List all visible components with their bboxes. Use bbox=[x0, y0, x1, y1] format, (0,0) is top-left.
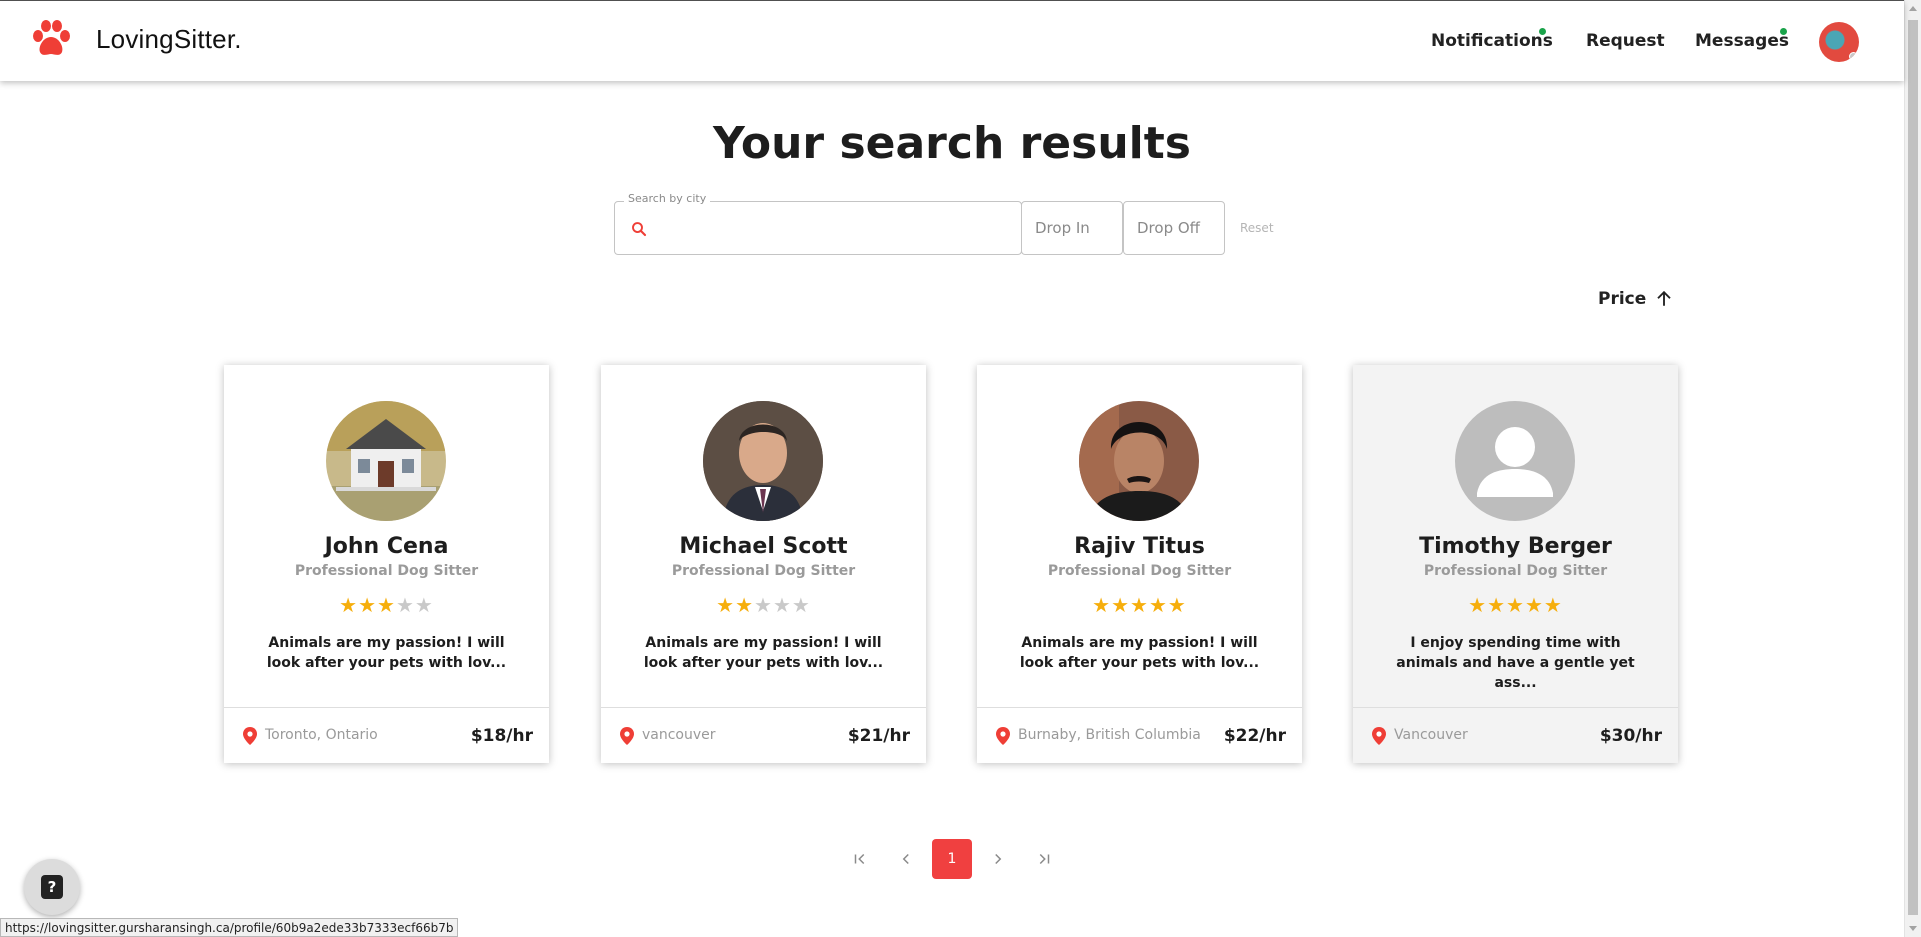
location-pin-icon bbox=[1372, 727, 1386, 745]
sitter-rating: ★★★★★ bbox=[224, 593, 549, 617]
sitter-description: Animals are my passion! I will look afte… bbox=[1019, 635, 1260, 671]
nav-messages[interactable]: Messages bbox=[1695, 31, 1789, 51]
star-empty-icon: ★ bbox=[791, 593, 811, 617]
brand-name: LovingSitter. bbox=[96, 23, 242, 54]
sitter-description: Animals are my passion! I will look afte… bbox=[643, 635, 884, 671]
chevron-left-icon bbox=[902, 853, 909, 865]
star-filled-icon: ★ bbox=[358, 593, 378, 617]
sitter-description: I enjoy spending time with animals and h… bbox=[1396, 635, 1635, 691]
sitter-rating: ★★★★★ bbox=[1353, 593, 1678, 617]
arrow-up-icon bbox=[1657, 290, 1671, 306]
card-divider bbox=[977, 707, 1302, 708]
star-filled-icon: ★ bbox=[1468, 593, 1488, 617]
last-page-icon bbox=[1039, 853, 1050, 865]
avatar-status-indicator bbox=[1849, 52, 1858, 61]
sitter-card[interactable]: Rajiv Titus Professional Dog Sitter ★★★★… bbox=[977, 365, 1302, 763]
search-input[interactable] bbox=[660, 212, 1010, 244]
sitter-card[interactable]: Michael Scott Professional Dog Sitter ★★… bbox=[601, 365, 926, 763]
help-button[interactable]: ? bbox=[24, 859, 80, 915]
sitter-name: Michael Scott bbox=[679, 534, 848, 559]
star-filled-icon: ★ bbox=[1487, 593, 1507, 617]
first-page-icon bbox=[854, 853, 865, 865]
next-page-button[interactable] bbox=[978, 839, 1018, 879]
star-filled-icon: ★ bbox=[1148, 593, 1168, 617]
sitter-role: Professional Dog Sitter bbox=[1423, 563, 1608, 579]
sitter-location: Burnaby, British Columbia bbox=[1018, 727, 1201, 743]
star-filled-icon: ★ bbox=[716, 593, 736, 617]
sitter-rate: $18/hr bbox=[470, 726, 533, 746]
star-filled-icon: ★ bbox=[1167, 593, 1187, 617]
page-title: Your search results bbox=[713, 118, 1191, 169]
sitter-photo bbox=[1079, 401, 1199, 521]
reset-button[interactable]: Reset bbox=[1240, 221, 1274, 235]
star-empty-icon: ★ bbox=[414, 593, 434, 617]
star-filled-icon: ★ bbox=[1111, 593, 1131, 617]
sitter-location: Toronto, Ontario bbox=[265, 727, 378, 743]
sort-label: Price bbox=[1598, 289, 1647, 309]
help-icon: ? bbox=[41, 875, 63, 899]
sitter-location: vancouver bbox=[642, 727, 716, 743]
sitter-role: Professional Dog Sitter bbox=[671, 563, 856, 579]
sitter-rate: $22/hr bbox=[1223, 726, 1286, 746]
card-divider bbox=[601, 707, 926, 708]
sitter-photo bbox=[703, 401, 823, 521]
sitter-card[interactable]: Timothy Berger Professional Dog Sitter ★… bbox=[1353, 365, 1678, 763]
card-divider bbox=[1353, 707, 1678, 708]
last-page-button[interactable] bbox=[1024, 839, 1064, 879]
sitter-description: Animals are my passion! I will look afte… bbox=[266, 635, 507, 671]
scroll-down-icon[interactable] bbox=[1909, 926, 1917, 931]
sitter-rating: ★★★★★ bbox=[601, 593, 926, 617]
current-page-button[interactable]: 1 bbox=[932, 839, 972, 879]
location-pin-icon bbox=[243, 727, 257, 745]
first-page-button[interactable] bbox=[840, 839, 880, 879]
city-search-field[interactable] bbox=[614, 201, 1022, 255]
sort-by-price-button[interactable]: Price bbox=[1598, 289, 1673, 309]
search-icon bbox=[632, 222, 647, 237]
chevron-right-icon bbox=[995, 853, 1002, 865]
top-navbar: LovingSitter. Notifications Request Mess… bbox=[0, 1, 1904, 81]
star-empty-icon: ★ bbox=[754, 593, 773, 617]
sitter-rate: $30/hr bbox=[1599, 726, 1662, 746]
scrollbar-thumb[interactable] bbox=[1908, 20, 1918, 915]
sitter-name: Rajiv Titus bbox=[1074, 534, 1205, 559]
page-scrollbar[interactable] bbox=[1904, 0, 1921, 937]
star-filled-icon: ★ bbox=[1506, 593, 1525, 617]
star-empty-icon: ★ bbox=[772, 593, 792, 617]
previous-page-button[interactable] bbox=[886, 839, 926, 879]
sitter-name: John Cena bbox=[324, 534, 449, 559]
sitter-role: Professional Dog Sitter bbox=[1047, 563, 1232, 579]
sitter-role: Professional Dog Sitter bbox=[294, 563, 479, 579]
drop-off-date-field[interactable]: Drop Off bbox=[1123, 201, 1225, 255]
star-filled-icon: ★ bbox=[1524, 593, 1544, 617]
location-pin-icon bbox=[996, 727, 1010, 745]
star-filled-icon: ★ bbox=[1130, 593, 1149, 617]
card-divider bbox=[224, 707, 549, 708]
nav-notifications[interactable]: Notifications bbox=[1431, 31, 1553, 51]
location-pin-icon bbox=[620, 727, 634, 745]
sitter-rate: $21/hr bbox=[847, 726, 910, 746]
search-field-label: Search by city bbox=[624, 192, 711, 205]
star-filled-icon: ★ bbox=[1092, 593, 1112, 617]
star-filled-icon: ★ bbox=[339, 593, 359, 617]
sitter-card[interactable]: John Cena Professional Dog Sitter ★★★★★ … bbox=[224, 365, 549, 763]
messages-unread-dot bbox=[1780, 28, 1787, 35]
drop-in-date-field[interactable]: Drop In bbox=[1021, 201, 1123, 255]
star-filled-icon: ★ bbox=[1543, 593, 1563, 617]
sitter-rating: ★★★★★ bbox=[977, 593, 1302, 617]
brand-logo[interactable]: LovingSitter. bbox=[30, 19, 242, 59]
star-filled-icon: ★ bbox=[735, 593, 755, 617]
sitter-name: Timothy Berger bbox=[1419, 534, 1612, 559]
paw-icon bbox=[33, 20, 70, 55]
star-filled-icon: ★ bbox=[377, 593, 396, 617]
star-empty-icon: ★ bbox=[395, 593, 415, 617]
sitter-location: Vancouver bbox=[1394, 727, 1468, 743]
sitter-photo bbox=[326, 401, 446, 521]
default-avatar-icon bbox=[1455, 401, 1575, 521]
nav-request[interactable]: Request bbox=[1586, 31, 1665, 51]
status-bar-url: https://lovingsitter.gursharansingh.ca/p… bbox=[0, 918, 459, 937]
notifications-unread-dot bbox=[1539, 28, 1546, 35]
user-avatar[interactable] bbox=[1819, 22, 1859, 62]
scroll-up-icon[interactable] bbox=[1909, 6, 1917, 11]
